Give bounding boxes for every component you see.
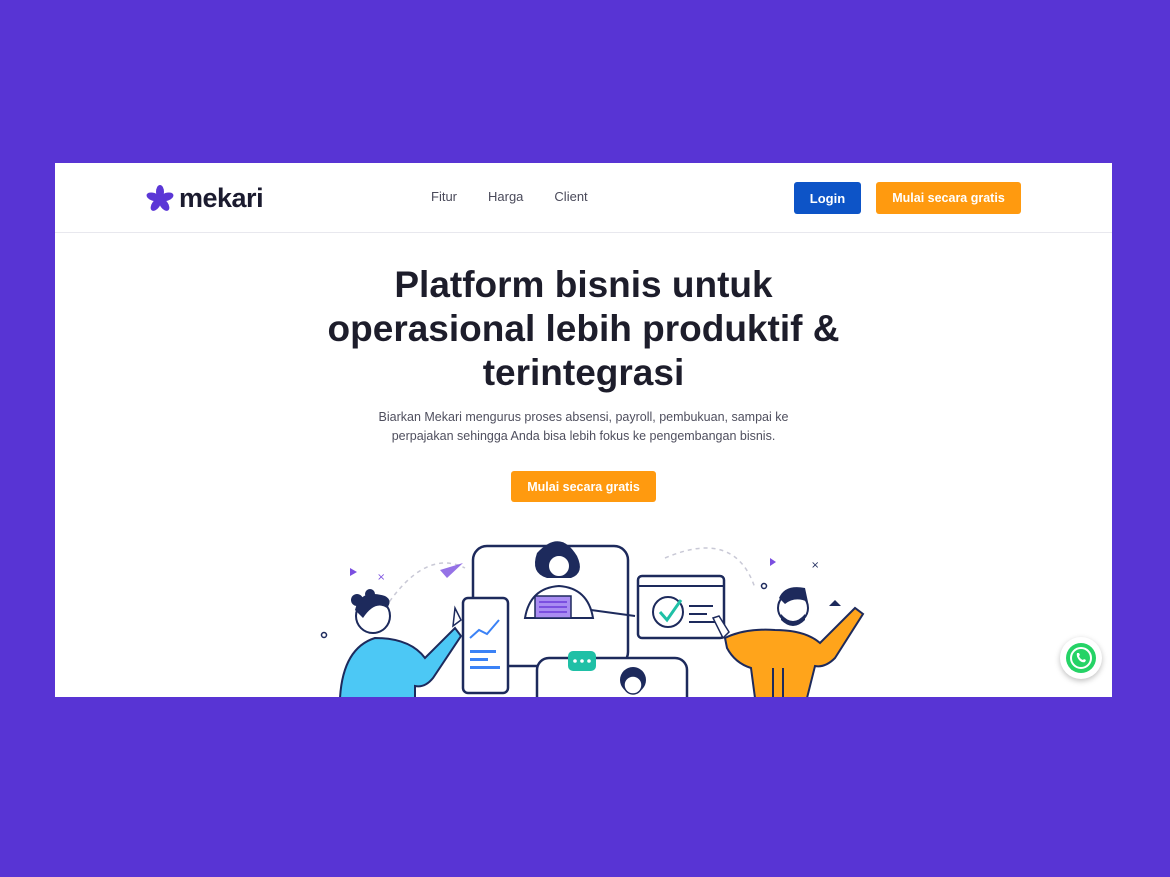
hero-subtitle-line: perpajakan sehingga Anda bisa lebih foku… (391, 429, 776, 443)
top-navbar: mekari Fitur Harga Client Login Mulai se… (55, 163, 1112, 233)
hero-subtitle: Biarkan Mekari mengurus proses absensi, … (55, 408, 1112, 446)
nav-link-fitur[interactable]: Fitur (431, 189, 457, 204)
hero-illustration: × × (320, 541, 865, 697)
brand-logo[interactable]: mekari (145, 183, 264, 214)
start-free-button-nav[interactable]: Mulai secara gratis (876, 182, 1021, 214)
hero-title: Platform bisnis untuk operasional lebih … (55, 263, 1112, 395)
whatsapp-icon (1066, 643, 1096, 673)
hero-title-line: terintegrasi (482, 352, 685, 393)
nav-link-harga[interactable]: Harga (488, 189, 523, 204)
browser-screenshot-frame: mekari Fitur Harga Client Login Mulai se… (55, 163, 1112, 697)
login-button[interactable]: Login (794, 182, 861, 214)
svg-text:×: × (811, 560, 819, 571)
whatsapp-chat-button[interactable] (1060, 637, 1102, 679)
brand-name: mekari (179, 183, 264, 213)
hero-title-line: operasional lebih produktif & (327, 308, 840, 349)
hero-title-line: Platform bisnis untuk (394, 264, 773, 305)
nav-link-client[interactable]: Client (554, 189, 587, 204)
mekari-asterisk-icon (146, 184, 174, 211)
start-free-button-hero[interactable]: Mulai secara gratis (511, 471, 656, 502)
hero-subtitle-line: Biarkan Mekari mengurus proses absensi, … (378, 410, 789, 424)
main-nav: Fitur Harga Client (431, 189, 588, 204)
svg-text:×: × (377, 572, 385, 583)
